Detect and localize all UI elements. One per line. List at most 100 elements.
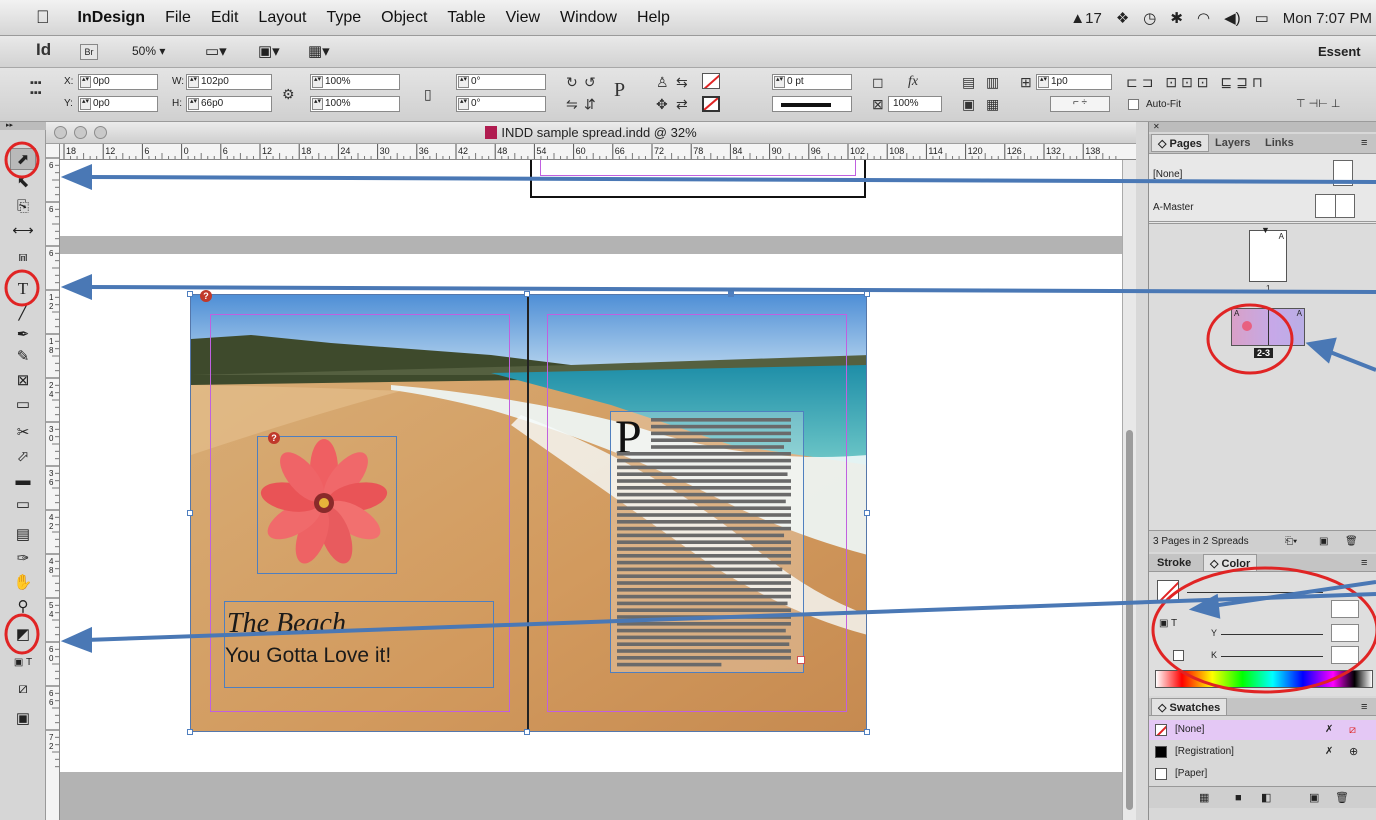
select-container-icon[interactable]: ♙ xyxy=(656,74,669,90)
swatches-menu-icon[interactable]: ≡ xyxy=(1355,698,1373,716)
body-text-frame[interactable]: P xyxy=(610,411,805,673)
menu-view[interactable]: View xyxy=(496,9,550,27)
eyedropper-tool-icon[interactable]: ✑ xyxy=(10,548,36,570)
adobe-status-icon[interactable]: ▲17 xyxy=(1070,10,1102,27)
flip-horizontal-icon[interactable]: ⇋ xyxy=(566,96,578,112)
volume-icon[interactable]: ◀) xyxy=(1224,9,1241,27)
apply-none-icon[interactable]: ⧄ xyxy=(10,678,36,700)
selection-handle[interactable] xyxy=(728,291,734,297)
new-swatch-icon[interactable]: ▣ xyxy=(1309,787,1319,809)
screen-mode-icon[interactable]: ▣▾ xyxy=(258,42,280,60)
swatch-registration[interactable]: [Registration] ✗ ⊕ xyxy=(1149,742,1376,762)
stroke-type-dropdown[interactable] xyxy=(772,96,852,112)
free-transform-tool-icon[interactable]: ⬀ xyxy=(10,446,36,468)
rotate-ccw-icon[interactable]: ↺ xyxy=(584,74,596,90)
height-field[interactable]: ▴▾ 66p0 xyxy=(186,96,272,112)
color-field-k[interactable] xyxy=(1331,646,1359,664)
align-icon[interactable]: ▥ xyxy=(986,74,999,90)
minimize-window-icon[interactable] xyxy=(74,126,87,139)
color-fill-stroke-icon[interactable] xyxy=(1157,580,1179,602)
tab-pages[interactable]: ◇ Pages xyxy=(1151,134,1209,152)
menu-window[interactable]: Window xyxy=(550,9,627,27)
bluetooth-icon[interactable]: ✱ xyxy=(1170,9,1183,27)
tab-swatches[interactable]: ◇ Swatches xyxy=(1151,698,1228,716)
new-page-icon[interactable]: ▣ xyxy=(1319,531,1328,553)
zoom-window-icon[interactable] xyxy=(94,126,107,139)
view-options-icon[interactable]: ▭▾ xyxy=(205,42,227,60)
width-field[interactable]: ▴▾ 102p0 xyxy=(186,74,272,90)
gradient-feather-tool-icon[interactable]: ▭ xyxy=(10,494,36,516)
constrain-scale-icon[interactable]: ▯ xyxy=(424,86,432,102)
tab-layers[interactable]: Layers xyxy=(1209,134,1256,152)
select-next-icon[interactable]: ⇆ xyxy=(676,74,688,90)
distribute-icons[interactable]: ⊤ ⊣⊢ ⊥ xyxy=(1296,96,1340,112)
gradient-swatch-tool-icon[interactable]: ▬ xyxy=(10,470,36,492)
rectangle-tool-icon[interactable]: ▭ xyxy=(10,394,36,416)
clock[interactable]: Mon 7:07 PM xyxy=(1283,10,1372,27)
stroke-swatch[interactable] xyxy=(702,96,720,112)
menu-help[interactable]: Help xyxy=(627,9,680,27)
x-field[interactable]: ▴▾ 0p0 xyxy=(78,74,158,90)
selection-handle[interactable] xyxy=(864,510,870,516)
reference-point-icon[interactable]: ▪▪▪ ▪▪▪ xyxy=(30,78,42,99)
rectangle-frame-tool-icon[interactable]: ⊠ xyxy=(10,370,36,392)
scroll-thumb[interactable] xyxy=(1126,430,1133,810)
pencil-tool-icon[interactable]: ✎ xyxy=(10,346,36,368)
show-color-swatches-icon[interactable]: ■ xyxy=(1235,787,1242,809)
menu-layout[interactable]: Layout xyxy=(248,9,316,27)
spread-missing-link-icon[interactable]: ? xyxy=(200,290,212,302)
gutter-field[interactable]: ▴▾ 1p0 xyxy=(1036,74,1112,90)
selection-handle[interactable] xyxy=(187,291,193,297)
fill-stroke-icon[interactable]: ◩ xyxy=(10,624,36,646)
swatch-none[interactable]: [None] ✗ ⧄ xyxy=(1149,720,1376,740)
select-previous-icon[interactable]: ⇄ xyxy=(676,96,688,112)
wifi-icon[interactable]: ◠ xyxy=(1197,9,1210,27)
swatch-paper[interactable]: [Paper] xyxy=(1149,764,1376,784)
selection-handle[interactable] xyxy=(524,729,530,735)
columns-icon[interactable]: ⊞ xyxy=(1020,74,1032,90)
flip-vertical-icon[interactable]: ⇵ xyxy=(584,96,596,112)
spread-2-3-thumb[interactable]: A A xyxy=(1231,308,1305,346)
master-none-thumb[interactable] xyxy=(1333,160,1353,186)
headline-text-frame[interactable]: The Beach You Gotta Love it! xyxy=(224,601,494,688)
screen-mode-tool-icon[interactable]: ▣ xyxy=(10,708,36,730)
direct-selection-tool-icon[interactable]: ⬉ xyxy=(10,172,36,194)
show-gradient-swatches-icon[interactable]: ◧ xyxy=(1261,787,1271,809)
frame-fitting-icons[interactable]: ⊏⊐ ⊡⊡⊡ ⊑⊒⊓ xyxy=(1126,74,1267,90)
color-slider-c[interactable] xyxy=(1187,592,1323,593)
apple-icon[interactable]:  xyxy=(26,7,60,28)
delete-page-icon[interactable]: 🗑 xyxy=(1345,531,1358,553)
vertical-scrollbar[interactable] xyxy=(1122,160,1136,820)
tab-stroke[interactable]: Stroke xyxy=(1151,554,1197,572)
pen-tool-icon[interactable]: ✒ xyxy=(10,324,36,346)
zoom-tool-icon[interactable]: ⚲ xyxy=(10,596,36,618)
opacity-icon[interactable]: ⊠ xyxy=(872,96,884,112)
text-wrap-icon[interactable]: ▤ xyxy=(962,74,975,90)
flower-image-frame[interactable] xyxy=(257,436,397,574)
dropbox-icon[interactable]: ❖ xyxy=(1116,9,1129,27)
battery-icon[interactable]: ▭ xyxy=(1255,9,1269,27)
y-field[interactable]: ▴▾ 0p0 xyxy=(78,96,158,112)
show-all-swatches-icon[interactable]: ▦ xyxy=(1199,787,1209,809)
bridge-button[interactable]: Br xyxy=(80,44,98,60)
panel-menu-icon[interactable]: ≡ xyxy=(1355,134,1373,152)
scale-y-field[interactable]: ▴▾ 100% xyxy=(310,96,400,112)
page-1-thumb[interactable]: A ▼ xyxy=(1249,225,1287,282)
close-window-icon[interactable] xyxy=(54,126,67,139)
shear-field[interactable]: ▴▾ 0° xyxy=(456,96,546,112)
horizontal-ruler[interactable]: 18 12 6 0 6 12 18 24 30 36 42 48 54 60 66 72 78 84 90 96 102… xyxy=(60,144,1136,160)
corner-options[interactable]: ⌐ ÷ xyxy=(1050,96,1110,112)
a-master-label[interactable]: A-Master xyxy=(1153,202,1194,213)
autofit-checkbox[interactable] xyxy=(1128,99,1139,110)
selection-handle[interactable] xyxy=(864,291,870,297)
delete-swatch-icon[interactable]: 🗑 xyxy=(1335,787,1349,809)
color-field-y[interactable] xyxy=(1331,624,1359,642)
tab-links[interactable]: Links xyxy=(1259,134,1300,152)
color-field-c[interactable] xyxy=(1331,600,1359,618)
fit-content-icon[interactable]: ▣ xyxy=(962,96,975,112)
selection-tool-icon[interactable]: ⬈ xyxy=(10,148,36,170)
color-slider-y[interactable] xyxy=(1221,634,1323,635)
opacity-field[interactable]: 100% xyxy=(888,96,942,112)
document-canvas[interactable]: ? ? The Beach You Gotta Love it! P xyxy=(60,160,1122,820)
edit-page-size-icon[interactable]: ⎗▾ xyxy=(1285,531,1297,553)
